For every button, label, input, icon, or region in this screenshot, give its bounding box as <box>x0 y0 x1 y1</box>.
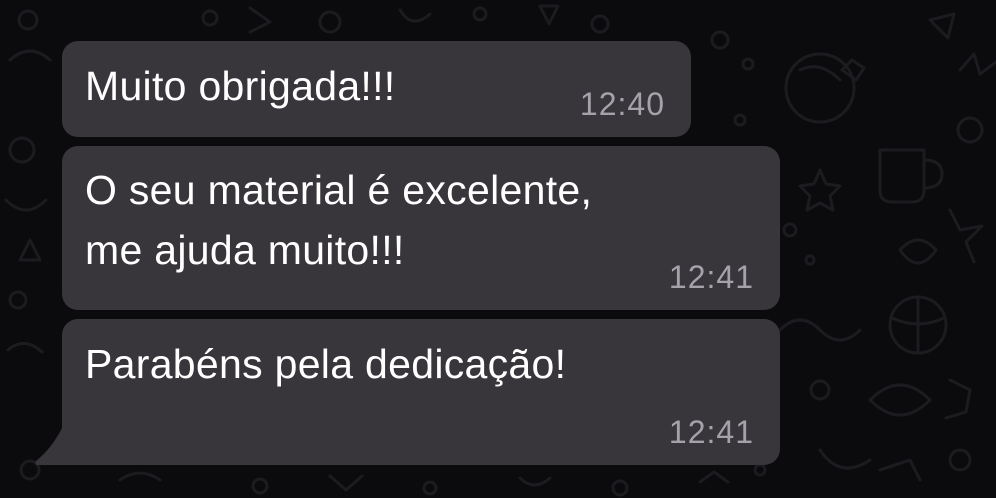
message-text: Muito obrigada!!! <box>85 63 396 109</box>
message-timestamp: 12:40 <box>579 86 665 122</box>
message-text-line: O seu material é excelente, <box>85 167 593 213</box>
message-bubble[interactable]: Parabéns pela dedicação! 12:41 <box>62 319 780 465</box>
chat-area: Muito obrigada!!! 12:40 O seu material é… <box>0 0 996 498</box>
message-bubble[interactable]: Muito obrigada!!! 12:40 <box>62 41 691 137</box>
message-bubble[interactable]: O seu material é excelente, me ajuda mui… <box>62 146 780 310</box>
message-timestamp: 12:41 <box>668 414 754 450</box>
message-timestamp: 12:41 <box>668 259 754 295</box>
message-text: O seu material é excelente, me ajuda mui… <box>85 160 592 280</box>
message-text: Parabéns pela dedicação! <box>85 341 567 387</box>
message-text-line: me ajuda muito!!! <box>85 227 405 273</box>
